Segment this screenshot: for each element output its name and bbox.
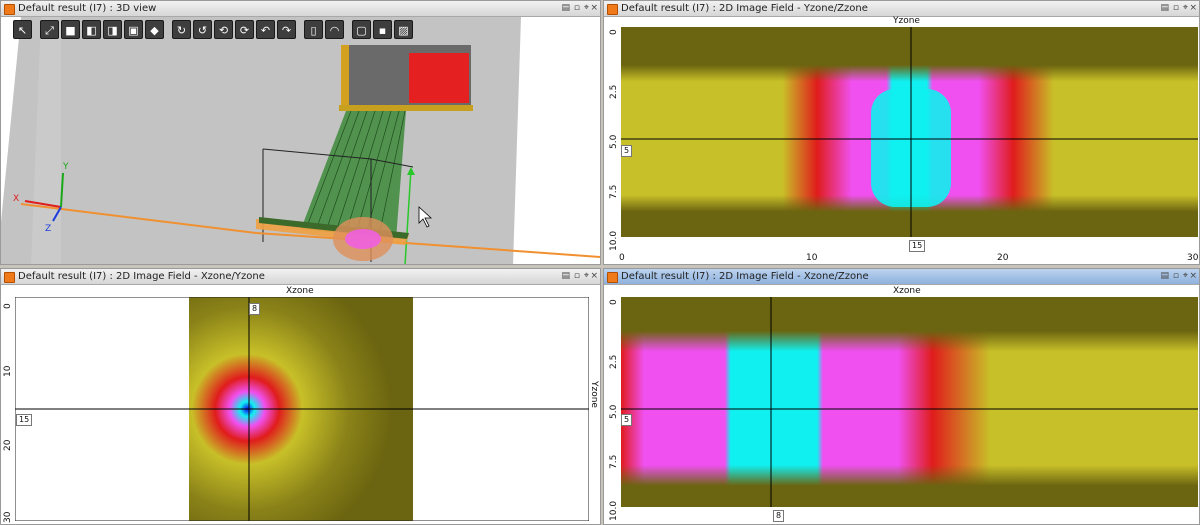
crosshair-left-marker: 5 xyxy=(621,414,633,426)
cube-front-icon[interactable]: ■ xyxy=(61,20,80,39)
top-axis-label: Xzone xyxy=(286,286,314,296)
doc-icon[interactable]: ▤ xyxy=(561,1,570,16)
panel-title: Default result (I7) : 2D Image Field - Y… xyxy=(621,3,868,14)
top-axis-label: Yzone xyxy=(893,16,920,26)
panel-title: Default result (I7) : 2D Image Field - X… xyxy=(621,271,869,282)
left-tick: 10.0 xyxy=(609,230,619,251)
float-icon[interactable]: ▫ xyxy=(574,1,580,16)
panel-title: Default result (I7) : 3D view xyxy=(18,3,157,14)
left-tick: 10.0 xyxy=(609,500,619,521)
result-icon xyxy=(607,4,618,15)
fit-view-icon[interactable]: ⤢ xyxy=(40,20,59,39)
doc-icon[interactable]: ▤ xyxy=(561,269,570,284)
yz-image-field[interactable] xyxy=(621,27,1198,237)
top-axis-label: Xzone xyxy=(893,286,921,296)
pin-icon[interactable]: ⌖ xyxy=(1183,1,1188,16)
pin-icon[interactable]: ⌖ xyxy=(1183,269,1188,284)
left-tick: 2.5 xyxy=(609,354,619,369)
result-icon xyxy=(4,4,15,15)
result-icon xyxy=(4,272,15,283)
crosshair-bottom-marker: 8 xyxy=(773,510,785,522)
cube-left-icon[interactable]: ◨ xyxy=(103,20,122,39)
view-toolbar: ↖ ⤢ ■ ◧ ◨ ▣ ◆ ↻ ↺ ⟲ ⟳ ↶ ↷ ▯ ◠ ▢ ▪ ▨ xyxy=(13,20,413,44)
result-icon xyxy=(607,272,618,283)
left-tick: 5.0 xyxy=(609,404,619,419)
right-axis-label: Yzone xyxy=(589,381,599,408)
bottom-tick: 30 xyxy=(1187,253,1199,263)
box-solid-icon[interactable]: ▪ xyxy=(373,20,392,39)
left-tick: 0 xyxy=(609,29,619,35)
left-tick: 10 xyxy=(3,365,13,377)
select-arrow-icon[interactable]: ↖ xyxy=(13,20,32,39)
panel-xz-field: Default result (I7) : 2D Image Field - X… xyxy=(603,268,1200,525)
pin-icon[interactable]: ⌖ xyxy=(584,269,589,284)
close-icon[interactable]: × xyxy=(590,269,598,284)
left-tick: 30 xyxy=(3,511,13,523)
left-tick: 20 xyxy=(3,439,13,451)
bottom-tick: 20 xyxy=(997,253,1009,263)
close-icon[interactable]: × xyxy=(590,1,598,16)
left-tick: 7.5 xyxy=(609,184,619,199)
panel-title: Default result (I7) : 2D Image Field - X… xyxy=(18,271,265,282)
dome-icon[interactable]: ◠ xyxy=(325,20,344,39)
hatch-icon[interactable]: ▨ xyxy=(394,20,413,39)
left-tick: 0 xyxy=(609,299,619,305)
panel-xy-field: Default result (I7) : 2D Image Field - X… xyxy=(0,268,601,525)
titlebar-yz[interactable]: Default result (I7) : 2D Image Field - Y… xyxy=(604,1,1199,17)
float-icon[interactable]: ▫ xyxy=(1173,269,1179,284)
box-icon[interactable]: ▢ xyxy=(352,20,371,39)
left-tick: 2.5 xyxy=(609,84,619,99)
axis-z-label: Z xyxy=(45,224,51,234)
titlebar-xz[interactable]: Default result (I7) : 2D Image Field - X… xyxy=(604,269,1199,285)
close-icon[interactable]: × xyxy=(1189,1,1197,16)
bottom-tick: 0 xyxy=(619,253,625,263)
doc-icon[interactable]: ▤ xyxy=(1160,1,1169,16)
doc-icon[interactable]: ▤ xyxy=(1160,269,1169,284)
panel-yz-field: Default result (I7) : 2D Image Field - Y… xyxy=(603,0,1200,265)
rotate-down-icon[interactable]: ⟳ xyxy=(235,20,254,39)
bottom-tick: 10 xyxy=(806,253,818,263)
horizontal-splitter[interactable] xyxy=(0,265,1200,268)
titlebar-3d-view[interactable]: Default result (I7) : 3D view ▤ ▫ ⌖ × xyxy=(1,1,600,17)
axis-y-label: Y xyxy=(62,162,69,172)
3d-viewport[interactable]: X Y Z xyxy=(1,17,600,265)
block-red xyxy=(409,53,469,103)
rotate-left-icon[interactable]: ↶ xyxy=(256,20,275,39)
xz-image-field[interactable] xyxy=(621,297,1198,507)
left-tick: 0 xyxy=(3,303,13,309)
crosshair-top-marker: 8 xyxy=(249,303,261,315)
axis-x-label: X xyxy=(13,194,19,204)
crosshair-left-marker: 15 xyxy=(16,414,33,426)
crosshair-bottom-marker: 15 xyxy=(909,240,926,252)
left-tick: 7.5 xyxy=(609,454,619,469)
rotate-ccw-icon[interactable]: ↺ xyxy=(193,20,212,39)
crosshair-left-marker: 5 xyxy=(621,145,633,157)
float-icon[interactable]: ▫ xyxy=(574,269,580,284)
cube-back-icon[interactable]: ◧ xyxy=(82,20,101,39)
rotate-up-icon[interactable]: ⟲ xyxy=(214,20,233,39)
vertical-splitter[interactable] xyxy=(601,0,603,525)
float-icon[interactable]: ▫ xyxy=(1173,1,1179,16)
close-icon[interactable]: × xyxy=(1189,269,1197,284)
pin-icon[interactable]: ⌖ xyxy=(584,1,589,16)
xy-image-field[interactable] xyxy=(15,297,589,521)
cube-iso-icon[interactable]: ◆ xyxy=(145,20,164,39)
cube-right-icon[interactable]: ▣ xyxy=(124,20,143,39)
left-tick: 5.0 xyxy=(609,134,619,149)
section-icon[interactable]: ▯ xyxy=(304,20,323,39)
rotate-right-icon[interactable]: ↷ xyxy=(277,20,296,39)
titlebar-xy[interactable]: Default result (I7) : 2D Image Field - X… xyxy=(1,269,600,285)
rotate-cw-icon[interactable]: ↻ xyxy=(172,20,191,39)
panel-3d-view: Default result (I7) : 3D view ▤ ▫ ⌖ × X … xyxy=(0,0,601,265)
